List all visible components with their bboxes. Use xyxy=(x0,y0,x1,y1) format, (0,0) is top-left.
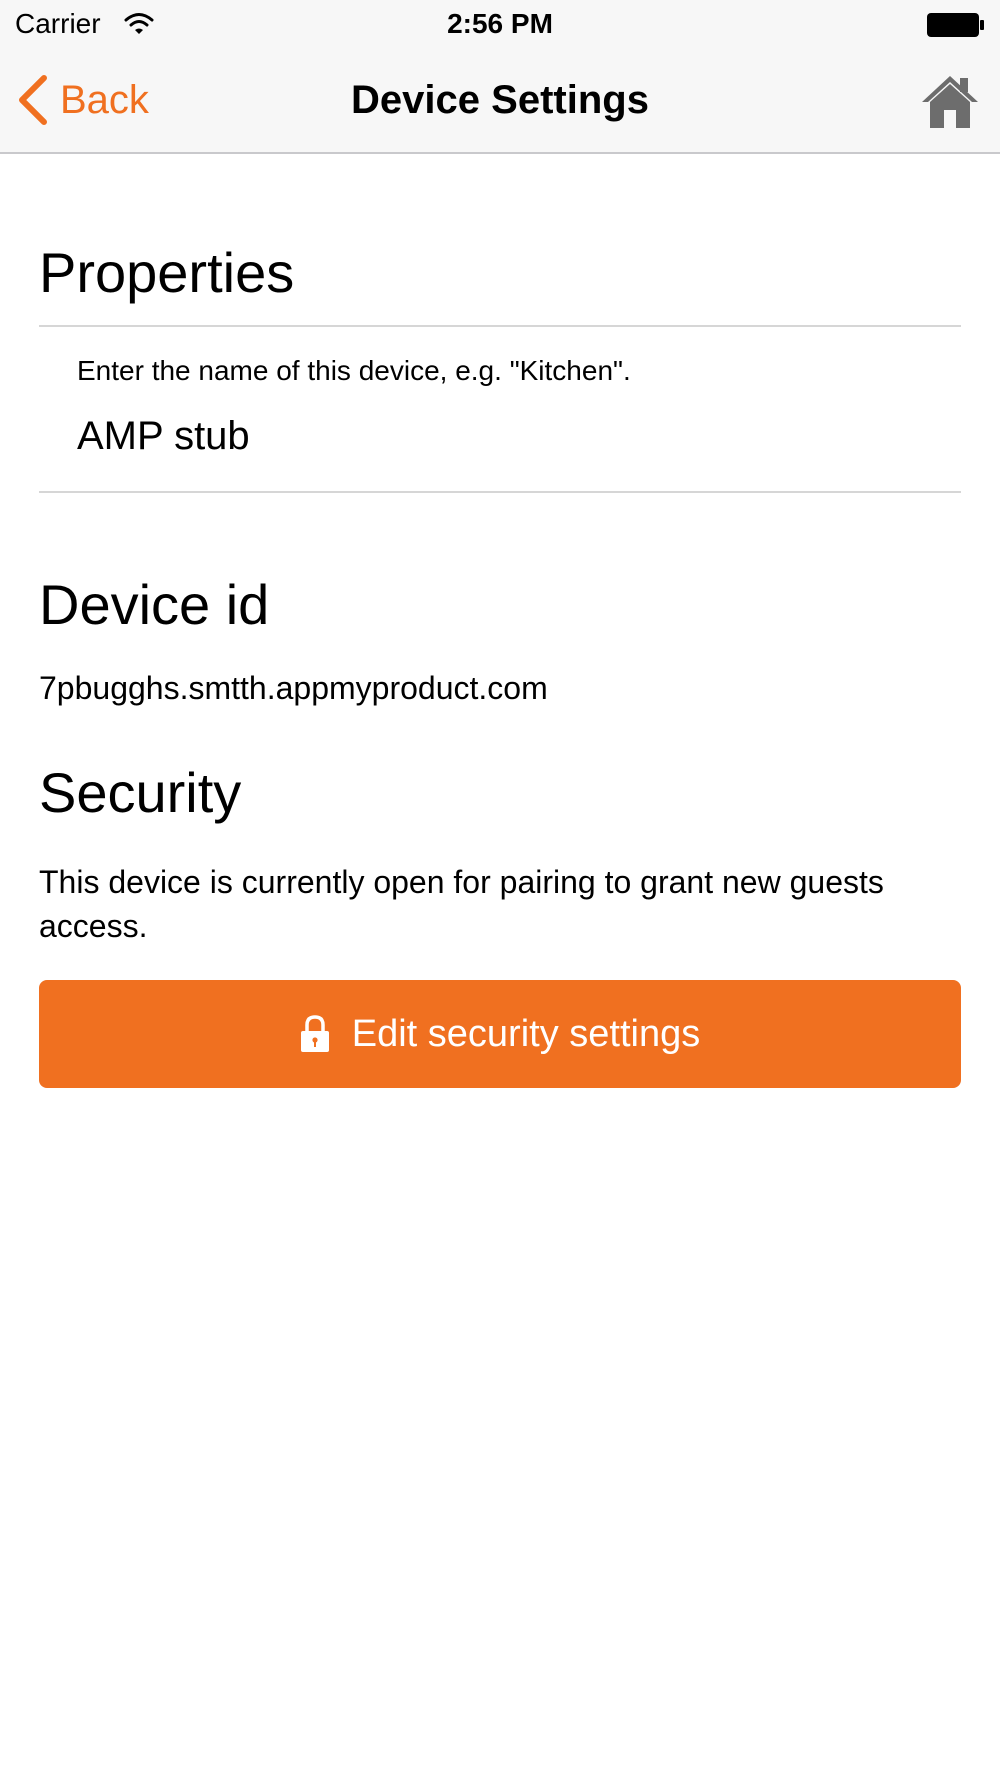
divider xyxy=(39,491,961,493)
battery-icon xyxy=(927,13,984,37)
device-id-value: 7pbugghs.smtth.appmyproduct.com xyxy=(39,670,548,706)
edit-security-settings-label: Edit security settings xyxy=(351,1012,701,1055)
home-icon[interactable] xyxy=(920,72,980,132)
security-heading: Security xyxy=(39,761,242,824)
security-description: This device is currently open for pairin… xyxy=(39,864,884,944)
status-time: 2:56 PM xyxy=(447,8,553,39)
device-id-heading: Device id xyxy=(39,573,270,636)
properties-heading: Properties xyxy=(39,241,295,304)
device-name-field[interactable] xyxy=(77,414,947,459)
page-title: Device Settings xyxy=(351,78,649,122)
back-label: Back xyxy=(60,77,149,122)
status-bar: Carrier 2:56 PM xyxy=(0,0,1000,50)
edit-security-settings-button[interactable]: Edit security settings xyxy=(39,980,961,1088)
lock-icon xyxy=(300,1015,329,1052)
device-name-hint: Enter the name of this device, e.g. "Kit… xyxy=(77,355,631,386)
back-button[interactable]: Back xyxy=(16,72,149,128)
navigation-bar: Back Device Settings xyxy=(0,50,1000,154)
chevron-left-icon xyxy=(19,75,47,125)
divider xyxy=(39,325,961,327)
